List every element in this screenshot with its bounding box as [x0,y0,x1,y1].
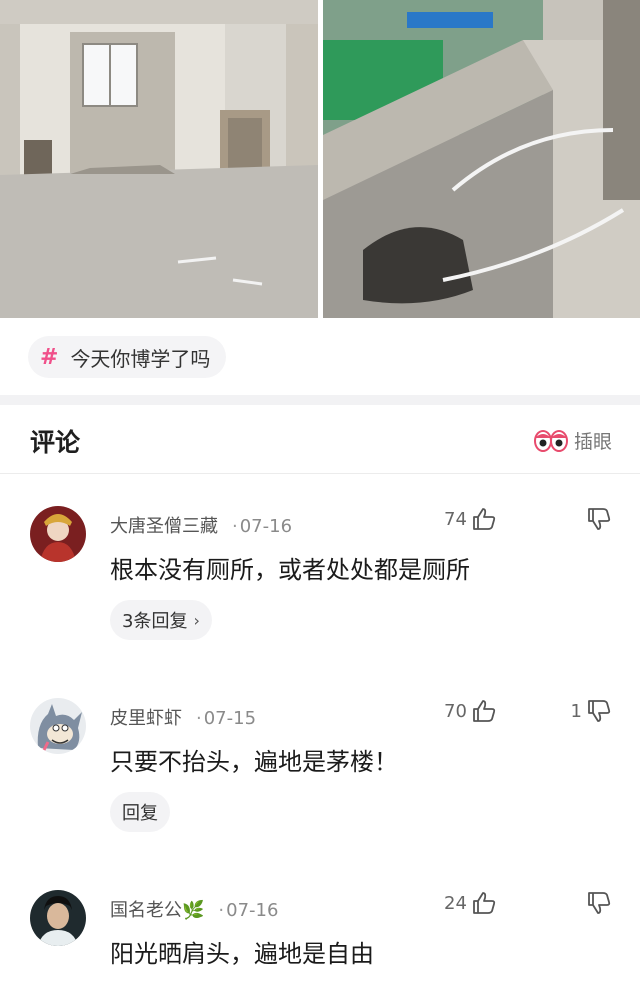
comment-date: 07-15 [203,708,257,729]
like-count: 70 [444,700,467,722]
like-button[interactable]: 24 [444,890,497,916]
reply-button[interactable]: 回复 [110,792,170,832]
comment-username[interactable]: 大唐圣僧三藏 [110,516,218,537]
comments-title: 评论 [30,428,81,457]
comment-username[interactable]: 皮里虾虾 [110,708,182,729]
comment-date: 07-16 [226,900,279,921]
like-button[interactable]: 70 [444,698,497,724]
reply-label: 回复 [122,803,158,824]
insert-eye-label: 插眼 [573,431,612,453]
comment-text: 只要不抬头，遍地是茅楼！ [110,748,398,776]
avatar-image [30,890,86,946]
comments-header: 评论 插眼 [0,405,640,474]
avatar[interactable] [30,698,86,754]
avatar[interactable] [30,506,86,562]
insert-eye-button[interactable]: 插眼 [533,427,612,454]
hashtag-icon: # [40,344,59,370]
room-photo-illustration [0,0,318,318]
meta-separator: · [196,708,202,729]
topic-label: 今天你博学了吗 [70,346,211,371]
thumbs-down-icon [588,700,611,722]
comment-text: 阳光晒肩头，遍地是自由 [110,940,374,968]
thumbs-up-icon [473,892,496,914]
avatar-image [30,506,86,562]
thumbs-down-icon [588,508,611,530]
comment-date: 07-16 [239,516,293,537]
thumbs-up-icon [473,508,496,530]
dislike-button[interactable] [582,890,612,916]
comment-meta: 国名老公🌿 · 07-16 [110,896,278,922]
thumbs-down-icon [588,892,611,914]
comment-text: 根本没有厕所，或者处处都是厕所 [110,556,470,584]
replies-label: 3条回复 [122,611,188,632]
dislike-button[interactable]: 1 [571,698,612,724]
meta-separator: · [232,516,238,537]
section-divider [0,395,640,405]
comment-meta: 皮里虾虾 · 07-15 [110,704,256,730]
like-count: 74 [444,508,467,530]
post-photo-grid [0,0,640,318]
post-photo-balcony[interactable] [323,0,640,318]
balcony-photo-illustration [323,0,640,318]
dislike-button[interactable] [582,506,612,532]
topic-tag[interactable]: # 今天你博学了吗 [28,336,227,378]
meta-separator: · [218,900,225,921]
chevron-right-icon: › [193,610,200,630]
thumbs-up-icon [473,700,496,722]
post-photo-interior-room[interactable] [0,0,318,318]
comment-meta: 大唐圣僧三藏 · 07-16 [110,512,292,538]
eyes-icon [533,429,568,452]
like-count: 24 [444,892,467,914]
like-button[interactable]: 74 [444,506,497,532]
avatar-image [30,698,86,754]
comment-username[interactable]: 国名老公🌿 [110,900,204,921]
avatar[interactable] [30,890,86,946]
view-replies-button[interactable]: 3条回复 › [110,600,212,640]
dislike-count: 1 [570,700,582,722]
